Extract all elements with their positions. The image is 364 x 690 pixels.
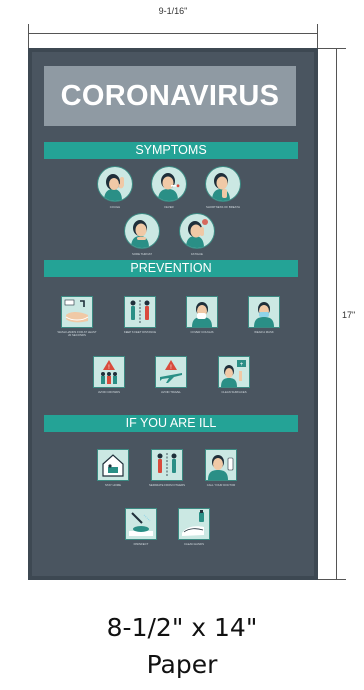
- coronavirus-poster: CORONAVIRUS SYMPTOMS COUGH FEVER SHORTNE…: [28, 48, 318, 580]
- paper-size-label: 8-1/2" x 14": [106, 613, 258, 642]
- fatigue-icon: [180, 214, 214, 248]
- face-mask-icon: [249, 297, 279, 327]
- paper-type-label: Paper: [146, 650, 218, 679]
- sore-throat-icon: [125, 214, 159, 248]
- height-dimension: 17": [316, 48, 362, 580]
- caption-stay-home: STAY HOME: [104, 483, 121, 487]
- social-distance-icon: [125, 297, 155, 327]
- height-tick-top: [318, 48, 346, 49]
- caption-fever: FEVER: [164, 205, 174, 209]
- caption-shortness-of-breath: SHORTNESS OF BREATH: [206, 205, 240, 209]
- avoid-travel-icon: !: [156, 357, 186, 387]
- fever-icon: [152, 167, 186, 201]
- caption-face-mask: WEAR A MASK: [254, 330, 274, 334]
- caption-disinfect: DISINFECT: [133, 542, 149, 546]
- width-label: 9-1/16": [158, 6, 188, 16]
- section-heading-prevention: PREVENTION: [44, 260, 298, 277]
- caption-clean-hands: CLEAN HANDS: [184, 542, 204, 546]
- caption-clean-surfaces: CLEAN SURFACES: [221, 390, 247, 394]
- caption-cover-cough: COVER COUGHS: [190, 330, 214, 334]
- cover-cough-icon: [187, 297, 217, 327]
- caption-hand-washing: WASH HANDS FOR AT LEAST 20 SECONDS: [57, 330, 97, 338]
- caption-cough: COUGH: [109, 205, 121, 209]
- poster-title-box: CORONAVIRUS: [44, 66, 296, 126]
- height-dimension-line: [336, 48, 337, 580]
- caption-separate: SEPARATE FROM OTHERS: [149, 483, 185, 487]
- svg-text:+: +: [240, 362, 244, 368]
- caption-social-distance: KEEP 6 FEET DISTANCE: [123, 330, 157, 334]
- width-dimension: 9-1/16": [28, 6, 318, 52]
- shortness-of-breath-icon: [206, 167, 240, 201]
- caption-fatigue: FATIGUE: [191, 252, 203, 256]
- avoid-crowds-icon: !: [94, 357, 124, 387]
- section-heading-if-you-are-ill: IF YOU ARE ILL: [44, 415, 298, 432]
- stay-home-icon: [98, 450, 128, 480]
- clean-surfaces-icon: +: [219, 357, 249, 387]
- hand-washing-icon: [62, 297, 92, 327]
- width-dimension-line: [28, 33, 318, 34]
- caption-sore-throat: SORE THROAT: [132, 252, 152, 256]
- clean-hands-icon: [179, 509, 209, 539]
- height-label: 17": [342, 310, 356, 320]
- poster-title: CORONAVIRUS: [60, 79, 280, 112]
- cough-icon: [98, 167, 132, 201]
- caption-avoid-travel: AVOID TRAVEL: [161, 390, 181, 394]
- caption-call-doctor: CALL YOUR DOCTOR: [206, 483, 236, 487]
- height-tick-bottom: [318, 579, 346, 580]
- section-heading-symptoms: SYMPTOMS: [44, 142, 298, 159]
- caption-avoid-crowds: AVOID CROWDS: [97, 390, 120, 394]
- disinfect-icon: [126, 509, 156, 539]
- call-doctor-icon: [206, 450, 236, 480]
- separate-icon: [152, 450, 182, 480]
